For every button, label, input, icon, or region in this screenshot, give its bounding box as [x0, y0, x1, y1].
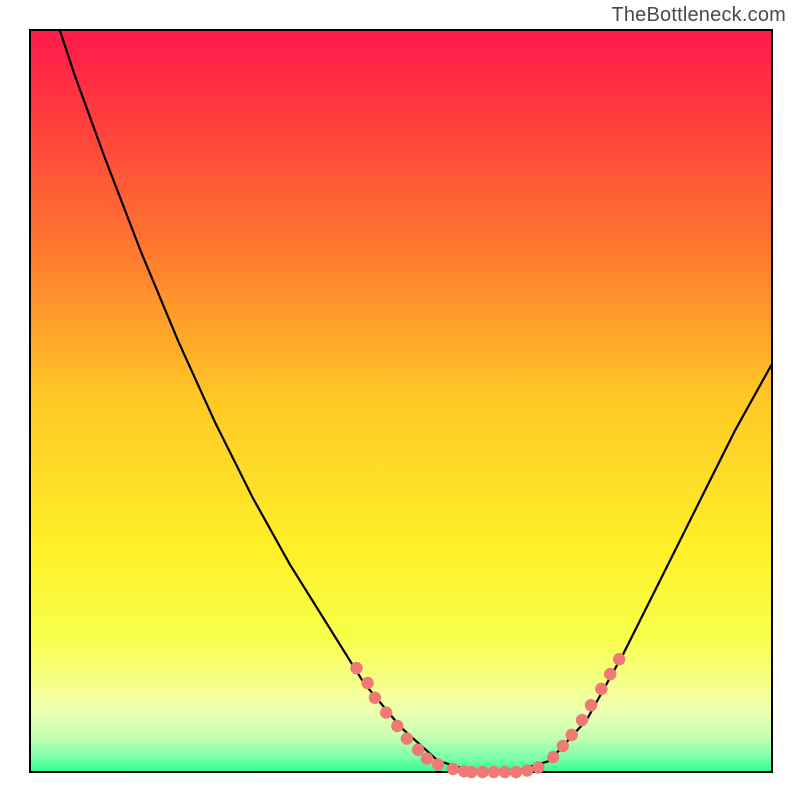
highlight-dot: [613, 653, 625, 665]
highlight-dot: [432, 758, 444, 770]
highlight-dot: [566, 729, 578, 741]
highlight-dot: [361, 677, 373, 689]
highlight-dot: [380, 706, 392, 718]
highlight-dot: [557, 740, 569, 752]
highlight-dot: [521, 764, 533, 776]
highlight-dot: [532, 761, 544, 773]
highlight-dot: [401, 732, 413, 744]
highlight-dot: [499, 766, 511, 778]
highlight-dot: [576, 714, 588, 726]
highlight-dot: [585, 699, 597, 711]
highlight-dot: [604, 668, 616, 680]
highlight-dot: [421, 752, 433, 764]
highlight-dot: [595, 683, 607, 695]
highlight-dot: [488, 766, 500, 778]
highlight-dot: [412, 744, 424, 756]
bottleneck-chart: TheBottleneck.com: [0, 0, 800, 800]
highlight-dot: [391, 720, 403, 732]
watermark-text: TheBottleneck.com: [611, 4, 786, 27]
highlight-dot: [465, 766, 477, 778]
chart-svg: [0, 0, 800, 800]
plot-background: [30, 30, 772, 772]
highlight-dot: [369, 692, 381, 704]
highlight-dot: [447, 763, 459, 775]
highlight-dot: [547, 751, 559, 763]
highlight-dot: [350, 662, 362, 674]
highlight-dot: [510, 766, 522, 778]
highlight-dot: [476, 766, 488, 778]
